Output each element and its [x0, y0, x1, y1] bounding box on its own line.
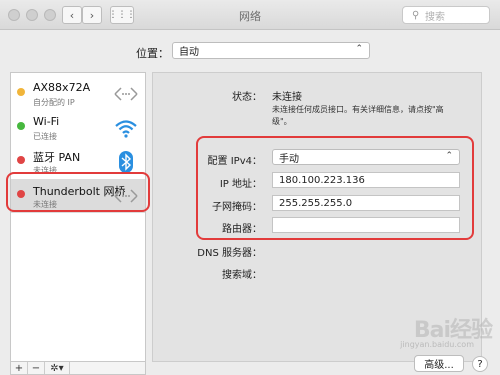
close-window-button[interactable]	[8, 9, 20, 21]
search-placeholder: 搜索	[425, 11, 445, 23]
forward-button[interactable]: ›	[82, 6, 102, 24]
grid-icon: ⋮⋮⋮	[108, 10, 136, 20]
help-button[interactable]: ?	[472, 356, 488, 372]
gear-icon: ✲▾	[50, 362, 64, 374]
action-menu-button[interactable]: ✲▾	[45, 362, 70, 374]
service-item-ax88x72a[interactable]: AX88x72A 自分配的 IP	[11, 77, 145, 111]
select-arrows-icon: ⌃	[445, 151, 453, 161]
chevron-left-icon: ‹	[69, 8, 75, 22]
search-icon: ⚲	[412, 10, 420, 21]
chevron-right-icon: ›	[89, 8, 95, 22]
location-select[interactable]: 自动 ⌃	[172, 42, 370, 59]
ipv4-config-select[interactable]: 手动 ⌃	[272, 149, 460, 165]
status-value: 未连接	[272, 92, 302, 103]
status-dot	[17, 88, 25, 96]
subnet-mask-label: 子网掩码：	[212, 202, 262, 213]
service-list-toolbar: + − ✲▾	[10, 362, 146, 375]
zoom-window-button[interactable]	[44, 9, 56, 21]
router-field[interactable]	[272, 217, 460, 233]
ethernet-icon	[114, 87, 138, 101]
select-arrows-icon: ⌃	[355, 44, 363, 54]
location-value: 自动	[179, 47, 199, 58]
router-label: 路由器：	[222, 224, 262, 235]
ip-address-value: 180.100.223.136	[279, 174, 365, 186]
watermark-url: jingyan.baidu.com	[400, 340, 474, 349]
status-description-line2: 级"。	[272, 117, 292, 126]
service-list: AX88x72A 自分配的 IP Wi-Fi 已连接 蓝牙 PAN 未连接 Th…	[10, 72, 146, 362]
plus-icon: +	[14, 362, 24, 374]
minimize-window-button[interactable]	[26, 9, 38, 21]
show-all-button[interactable]: ⋮⋮⋮	[108, 6, 136, 24]
bluetooth-icon	[119, 151, 133, 173]
add-service-button[interactable]: +	[11, 362, 28, 374]
service-name: Wi-Fi	[33, 115, 60, 128]
search-field[interactable]: ⚲ 搜索	[402, 6, 490, 24]
service-name: 蓝牙 PAN	[33, 151, 81, 164]
ipv4-label: 配置 IPv4：	[207, 156, 262, 167]
ip-address-field[interactable]: 180.100.223.136	[272, 172, 460, 188]
search-domain-label: 搜索域：	[222, 270, 262, 281]
status-dot	[17, 122, 25, 130]
ipv4-value: 手动	[279, 153, 299, 165]
service-status: 已连接	[33, 132, 57, 141]
title-bar: ‹ › ⋮⋮⋮ 网络 ⚲ 搜索	[0, 0, 500, 30]
service-item-wifi[interactable]: Wi-Fi 已连接	[11, 111, 145, 145]
status-dot	[17, 156, 25, 164]
help-icon: ?	[477, 358, 483, 370]
highlight-box-service	[6, 172, 150, 212]
remove-service-button[interactable]: −	[28, 362, 45, 374]
minus-icon: −	[31, 362, 41, 374]
subnet-mask-field[interactable]: 255.255.255.0	[272, 195, 460, 211]
service-name: AX88x72A	[33, 81, 91, 94]
dns-server-label: DNS 服务器：	[197, 248, 262, 259]
ip-address-label: IP 地址：	[219, 179, 262, 190]
wifi-icon	[115, 120, 137, 138]
status-label: 状态：	[232, 92, 262, 103]
subnet-mask-value: 255.255.255.0	[279, 197, 353, 209]
back-button[interactable]: ‹	[62, 6, 82, 24]
location-label: 位置：	[136, 47, 169, 60]
service-status: 自分配的 IP	[33, 98, 75, 107]
advanced-button[interactable]: 高级...	[414, 355, 464, 372]
status-description-line1: 未连接任何成员接口。有关详细信息，请点按"高	[272, 105, 444, 114]
